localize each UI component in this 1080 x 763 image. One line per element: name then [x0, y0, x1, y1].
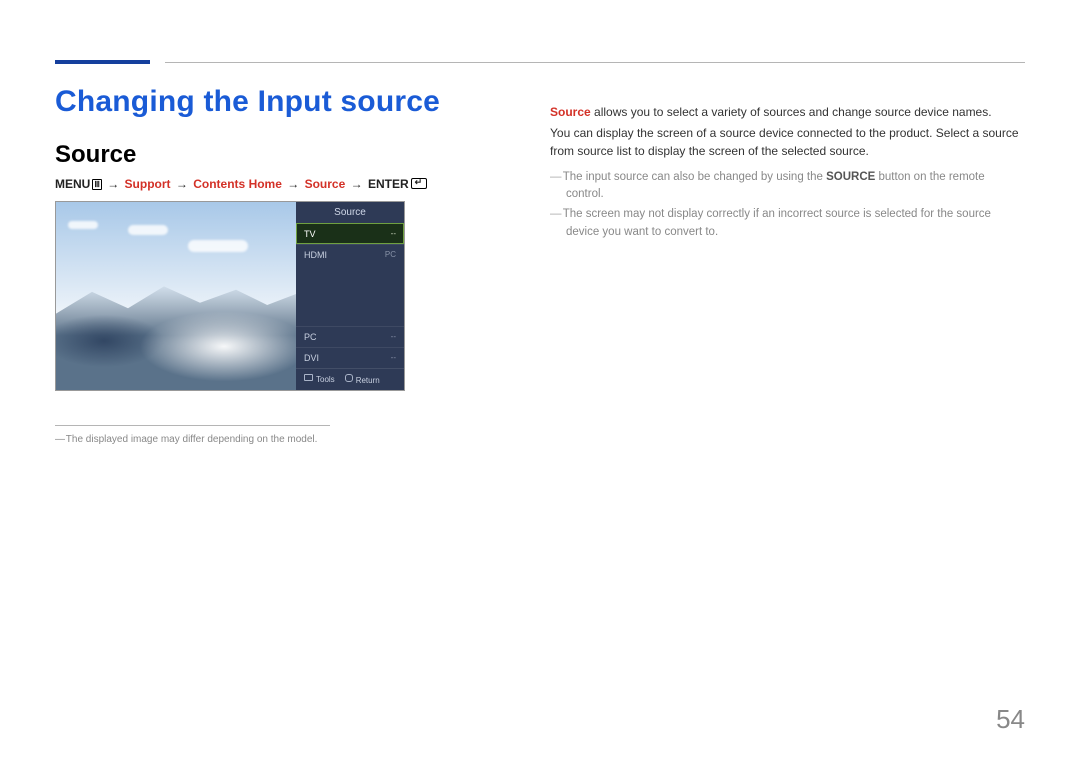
arrow-icon: → [285, 177, 301, 191]
note-pre: The screen may not display correctly if … [563, 208, 991, 237]
nav-enter: ENTER [368, 177, 409, 191]
clouds-graphic [56, 217, 296, 292]
osd-tools[interactable]: Tools [304, 374, 335, 385]
osd-bottom-bar: Tools Return [296, 368, 404, 390]
note-item: The input source can also be changed by … [550, 169, 1025, 204]
manual-page: Changing the Input source Source MENUⅢ →… [0, 0, 1080, 763]
osd-item-value: -- [391, 353, 396, 363]
osd-item-hdmi[interactable]: HDMI PC [296, 244, 404, 265]
notes-list: The input source can also be changed by … [550, 169, 1025, 241]
osd-item-dvi[interactable]: DVI -- [296, 347, 404, 368]
body-paragraph-1: Source allows you to select a variety of… [550, 103, 1025, 122]
osd-item-label: HDMI [304, 250, 327, 260]
accent-bar [55, 60, 150, 72]
osd-item-pc[interactable]: PC -- [296, 326, 404, 347]
image-disclaimer: The displayed image may differ depending… [55, 434, 500, 445]
note-pre: The input source can also be changed by … [563, 171, 826, 183]
page-title: Changing the Input source [55, 85, 500, 119]
page-number: 54 [996, 704, 1025, 735]
osd-item-tv[interactable]: TV -- [296, 223, 404, 244]
header-rule [165, 62, 1025, 63]
osd-panel: Source TV -- HDMI PC PC -- D [296, 202, 404, 390]
note-bold: SOURCE [826, 171, 875, 183]
body-p1-rest: allows you to select a variety of source… [591, 105, 992, 119]
note-item: The screen may not display correctly if … [550, 206, 1025, 241]
left-column: Changing the Input source Source MENUⅢ →… [55, 85, 500, 445]
osd-item-label: DVI [304, 353, 319, 363]
section-title: Source [55, 141, 500, 169]
right-column: Source allows you to select a variety of… [550, 85, 1025, 445]
nav-support: Support [125, 177, 171, 191]
osd-item-label: PC [304, 332, 317, 342]
nav-contents-home: Contents Home [193, 177, 282, 191]
menu-icon: Ⅲ [92, 179, 102, 190]
body-paragraph-2: You can display the screen of a source d… [550, 124, 1025, 161]
nav-source: Source [305, 177, 346, 191]
osd-return[interactable]: Return [345, 374, 380, 385]
content-columns: Changing the Input source Source MENUⅢ →… [55, 85, 1025, 445]
enter-icon [411, 178, 427, 189]
arrow-icon: → [105, 177, 121, 191]
body-lead-word: Source [550, 105, 591, 119]
menu-path: MENUⅢ → Support → Contents Home → Source… [55, 177, 500, 191]
osd-item-value: PC [385, 250, 396, 260]
osd-item-value: -- [391, 229, 396, 239]
osd-item-value: -- [391, 332, 396, 342]
nav-menu: MENU [55, 177, 90, 191]
arrow-icon: → [349, 177, 365, 191]
background-photo [56, 202, 296, 390]
arrow-icon: → [174, 177, 190, 191]
osd-item-label: TV [304, 229, 316, 239]
note-divider [55, 425, 330, 426]
tv-screenshot: Source TV -- HDMI PC PC -- D [55, 201, 405, 391]
osd-title: Source [296, 202, 404, 223]
osd-spacer [296, 265, 404, 326]
